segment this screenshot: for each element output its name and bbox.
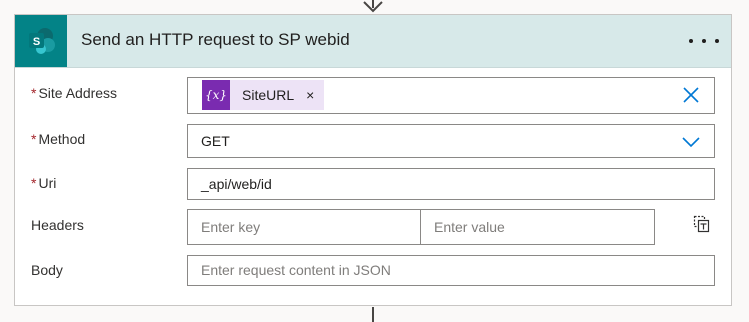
sharepoint-icon: S [15,15,67,67]
uri-label-text: Uri [38,175,57,191]
uri-label: * Uri [31,175,56,191]
uri-value: _api/web/id [201,176,272,192]
method-dropdown[interactable]: GET [187,124,715,158]
uri-input[interactable]: _api/web/id [187,168,715,200]
header-value-placeholder: Enter value [434,219,505,235]
chevron-down-icon[interactable] [682,133,700,151]
token-remove-button[interactable]: × [306,87,314,103]
method-value: GET [201,133,230,149]
site-address-field[interactable]: {x} SiteURL × [187,77,715,114]
connector-line-bottom [372,307,374,322]
site-address-label: * Site Address [31,85,117,101]
dot-icon [702,39,706,43]
method-label-text: Method [38,131,86,147]
dot-icon [689,39,693,43]
body-input[interactable]: Enter request content in JSON [187,255,715,286]
header-value-input[interactable]: Enter value [420,209,655,245]
arrow-down-icon [363,1,383,13]
more-options-button[interactable] [689,31,719,51]
header-key-placeholder: Enter key [201,219,261,235]
action-card: S Send an HTTP request to SP webid * Site… [14,14,732,306]
headers-label: Headers [31,217,84,233]
action-title: Send an HTTP request to SP webid [81,30,350,49]
switch-to-text-mode-icon[interactable] [691,214,711,234]
body-label: Body [31,262,63,278]
dot-icon [715,39,719,43]
required-mark: * [31,131,37,147]
required-mark: * [31,85,37,101]
required-mark: * [31,175,37,191]
method-label: * Method [31,131,85,147]
token-label: SiteURL [242,87,295,103]
variable-icon: {x} [202,80,230,110]
header-key-input[interactable]: Enter key [187,209,421,245]
clear-icon[interactable] [682,86,700,104]
site-address-label-text: Site Address [38,85,118,101]
dynamic-content-token[interactable]: {x} SiteURL × [202,80,325,110]
action-header[interactable]: S Send an HTTP request to SP webid [15,15,731,68]
logo-letter: S [33,36,40,48]
body-placeholder: Enter request content in JSON [201,262,391,278]
